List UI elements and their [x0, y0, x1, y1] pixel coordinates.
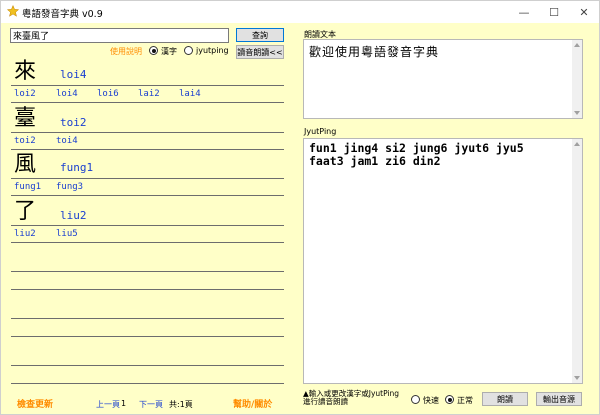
alt-jyutping[interactable]: toi2 — [14, 136, 36, 146]
entry-jyutping[interactable]: toi2 — [60, 116, 87, 129]
divider — [11, 289, 284, 290]
radio-jyutping[interactable] — [184, 46, 193, 55]
scroll-up-icon[interactable] — [574, 142, 580, 146]
export-audio-button[interactable]: 輸出音源 — [536, 392, 582, 406]
usage-help-link[interactable]: 使用說明 — [110, 46, 142, 57]
radio-jyutping-label: jyutping — [196, 46, 229, 55]
read-all-button[interactable]: 讀音朗讀<< — [236, 45, 284, 59]
jyutping-scrollbar[interactable] — [572, 139, 582, 383]
prev-page-link[interactable]: 上一頁 — [96, 399, 120, 410]
title-bar: 粵語發音字典 v0.9 — ☐ ✕ — [1, 1, 599, 23]
jyutping-label: JyutPing — [304, 127, 337, 136]
alt-jyutping[interactable]: lai2 — [138, 89, 160, 99]
jyutping-text-area[interactable]: fun1 jing4 si2 jung6 jyut6 jyu5 faat3 ja… — [303, 138, 583, 384]
read-button[interactable]: 朗讀 — [482, 392, 528, 406]
minimize-icon: — — [518, 5, 530, 19]
divider — [11, 242, 284, 243]
close-button[interactable]: ✕ — [569, 1, 599, 23]
alt-jyutping[interactable]: fung1 — [14, 182, 41, 192]
entry-jyutping[interactable]: liu2 — [60, 209, 87, 222]
search-input[interactable] — [10, 28, 229, 43]
maximize-icon: ☐ — [549, 5, 559, 19]
divider — [11, 225, 284, 226]
divider — [11, 271, 284, 272]
reading-text-area[interactable]: 歡迎使用粵語發音字典 — [303, 39, 583, 119]
current-page: 1 — [121, 399, 127, 408]
minimize-button[interactable]: — — [509, 1, 539, 23]
jyutping-text: fun1 jing4 si2 jung6 jyut6 jyu5 faat3 ja… — [309, 141, 524, 168]
check-update-link[interactable]: 檢查更新 — [17, 397, 53, 410]
alt-jyutping[interactable]: lai4 — [179, 89, 201, 99]
hint-line-2: 進行讀音朗讀 — [303, 397, 348, 406]
scroll-down-icon[interactable] — [574, 111, 580, 115]
alt-jyutping[interactable]: loi4 — [56, 89, 78, 99]
radio-speed-normal[interactable] — [445, 395, 454, 404]
radio-hanzi-label: 漢字 — [161, 47, 177, 56]
reading-text: 歡迎使用粵語發音字典 — [309, 45, 440, 59]
divider — [11, 383, 284, 384]
alt-jyutping[interactable]: loi2 — [14, 89, 36, 99]
alt-jyutping[interactable]: liu2 — [14, 229, 36, 239]
divider — [11, 318, 284, 319]
entry-char: 風 — [14, 152, 37, 177]
alt-jyutping[interactable]: fung3 — [56, 182, 83, 192]
scroll-up-icon[interactable] — [574, 43, 580, 47]
divider — [11, 365, 284, 366]
divider — [11, 178, 284, 179]
entry-char: 了 — [14, 199, 37, 224]
divider — [11, 85, 284, 86]
entry-char: 來 — [14, 59, 37, 84]
next-page-link[interactable]: 下一頁 — [139, 399, 163, 410]
divider — [11, 336, 284, 337]
window-title: 粵語發音字典 v0.9 — [22, 9, 103, 20]
alt-jyutping[interactable]: loi6 — [97, 89, 119, 99]
radio-speed-fast-label: 快速 — [423, 396, 439, 405]
app-window: 粵語發音字典 v0.9 — ☐ ✕ 查詢 使用說明 漢字 jyutping 讀音… — [0, 0, 600, 415]
divider — [11, 149, 284, 150]
divider — [11, 102, 284, 103]
alt-jyutping[interactable]: toi4 — [56, 136, 78, 146]
reading-text-scrollbar[interactable] — [572, 40, 582, 118]
radio-speed-fast[interactable] — [411, 395, 420, 404]
divider — [11, 195, 284, 196]
help-about-link[interactable]: 幫助/關於 — [233, 397, 272, 410]
app-star-icon — [7, 5, 19, 17]
radio-speed-normal-label: 正常 — [457, 396, 473, 405]
input-hint: ▲輸入或更改漢字或JyutPing 進行讀音朗讀 — [303, 390, 415, 406]
alt-jyutping[interactable]: liu5 — [56, 229, 78, 239]
entry-jyutping[interactable]: loi4 — [60, 68, 87, 81]
radio-hanzi[interactable] — [149, 46, 158, 55]
query-button[interactable]: 查詢 — [236, 28, 284, 42]
maximize-button[interactable]: ☐ — [539, 1, 569, 23]
scroll-down-icon[interactable] — [574, 376, 580, 380]
divider — [11, 132, 284, 133]
entry-char: 臺 — [14, 106, 37, 131]
total-pages: 共:1頁 — [169, 400, 193, 409]
close-icon: ✕ — [579, 5, 589, 19]
entry-jyutping[interactable]: fung1 — [60, 161, 93, 174]
